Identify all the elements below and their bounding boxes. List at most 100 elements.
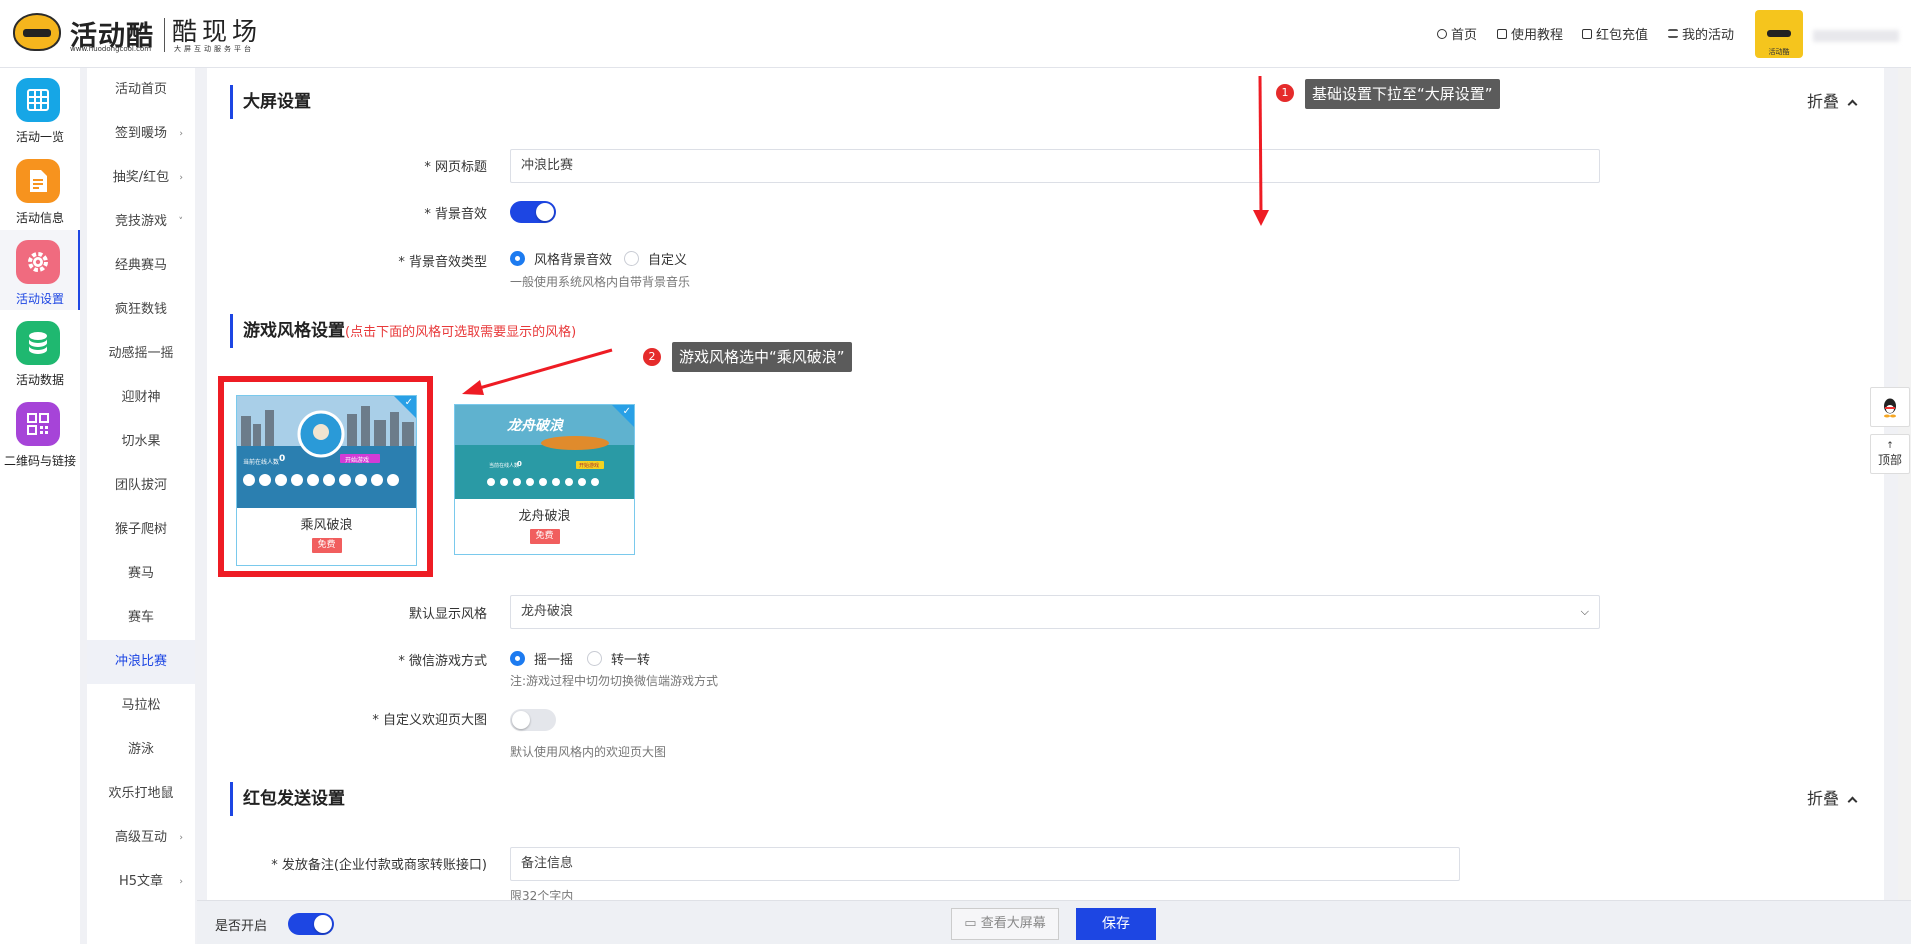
- submenu-item[interactable]: 动感摇一摇: [87, 332, 195, 376]
- page-title-input[interactable]: 冲浪比赛: [510, 149, 1600, 183]
- submenu-item[interactable]: 签到暖场 ›: [87, 112, 195, 156]
- home-icon: [1437, 28, 1447, 39]
- product-tagline: 大屏互动服务平台: [174, 45, 254, 53]
- submenu-item-label: 团队拔河: [114, 478, 167, 493]
- gear-icon: [16, 240, 60, 284]
- save-button[interactable]: 保存: [1076, 908, 1156, 940]
- nav-home-label: 首页: [1451, 28, 1478, 43]
- nav-my-activities-label: 我的活动: [1682, 28, 1735, 43]
- username-blurred[interactable]: [1813, 30, 1899, 42]
- grid-icon: [16, 78, 60, 122]
- fold-button[interactable]: 折叠: [1807, 782, 1858, 816]
- submenu-item[interactable]: 游泳: [87, 728, 195, 772]
- logo-mascot-icon[interactable]: [13, 13, 61, 51]
- submenu-item-label: 高级互动: [114, 830, 167, 845]
- default-style-select[interactable]: 龙舟破浪 ⌵: [510, 595, 1600, 629]
- settings-panel: 大屏设置 折叠 * 网页标题 冲浪比赛 * 背景音效 * 背景音效类型 风格背景…: [207, 68, 1884, 900]
- submenu-item-label: 冲浪比赛: [114, 654, 167, 669]
- submenu-item[interactable]: 马拉松: [87, 684, 195, 728]
- radio-shake[interactable]: 摇一摇: [510, 649, 573, 668]
- radio-dot: [510, 651, 525, 666]
- back-to-top-button[interactable]: ↑ 顶部: [1870, 434, 1910, 474]
- submenu-item-active[interactable]: 冲浪比赛: [87, 640, 195, 684]
- top-bar: 活动酷 www.huodongcool.com 酷现场 大屏互动服务平台 首页 …: [0, 0, 1911, 68]
- chevron-up-icon: [1847, 796, 1858, 807]
- avatar-label: 活动酷: [1768, 48, 1790, 56]
- sidebar-item-label: 活动信息: [15, 211, 64, 225]
- submenu-item[interactable]: 赛车: [87, 596, 195, 640]
- remark-input[interactable]: 备注信息: [510, 847, 1460, 881]
- submenu-item-label: 竞技游戏: [114, 214, 167, 229]
- qrcode-icon: [16, 402, 60, 446]
- submenu-item[interactable]: 迎财神: [87, 376, 195, 420]
- submenu-item-label: H5文章: [118, 874, 164, 889]
- radio-dot: [624, 251, 639, 266]
- back-to-top-label: 顶部: [1877, 453, 1902, 467]
- style-preview-image: 龙舟破浪 当前在线人数 0 开始游戏 ✓: [455, 405, 634, 499]
- preview-online-count: 0: [517, 460, 522, 468]
- submenu-item[interactable]: 竞技游戏 ˅: [87, 200, 195, 244]
- submenu-item[interactable]: H5文章 ›: [87, 860, 195, 904]
- radio-custom-music[interactable]: 自定义: [624, 249, 687, 268]
- submenu-item[interactable]: 猴子爬树: [87, 508, 195, 552]
- submenu-item[interactable]: 团队拔河: [87, 464, 195, 508]
- fold-button[interactable]: 折叠: [1807, 85, 1858, 119]
- chevron-up-icon: [1847, 99, 1858, 110]
- chevron-right-icon: ›: [179, 877, 183, 887]
- sidebar-item-qrcode[interactable]: 二维码与链接: [0, 392, 80, 472]
- radio-style-music[interactable]: 风格背景音效: [510, 249, 612, 268]
- style-card-longzhou[interactable]: 龙舟破浪 当前在线人数 0 开始游戏 ✓ 龙舟破浪 免费: [454, 404, 635, 555]
- default-style-value: 龙舟破浪: [521, 604, 574, 619]
- submenu-item[interactable]: 活动首页: [87, 68, 195, 112]
- sidebar-item-settings[interactable]: 活动设置: [0, 230, 80, 310]
- preview-screen-label: 查看大屏幕: [980, 916, 1046, 931]
- submenu-item-label: 赛马: [127, 566, 154, 581]
- section-title-style: 游戏风格设置(点击下面的风格可选取需要显示的风格): [230, 314, 576, 348]
- enable-toggle[interactable]: [288, 913, 334, 935]
- submenu-item[interactable]: 赛马: [87, 552, 195, 596]
- wallet-icon: [1582, 28, 1592, 39]
- bg-music-toggle[interactable]: [510, 201, 556, 223]
- radio-label: 自定义: [648, 253, 688, 268]
- radio-label: 转一转: [611, 653, 651, 668]
- document-icon: [16, 159, 60, 203]
- submenu-item[interactable]: 疯狂数钱: [87, 288, 195, 332]
- submenu-item[interactable]: 切水果: [87, 420, 195, 464]
- monitor-icon: ▭: [964, 916, 981, 931]
- radio-label: 风格背景音效: [534, 253, 613, 268]
- radio-rotate[interactable]: 转一转: [587, 649, 650, 668]
- enable-label: 是否开启: [215, 919, 268, 934]
- logo-divider: [164, 18, 165, 52]
- nav-tutorial[interactable]: 使用教程: [1497, 24, 1563, 43]
- submenu-item-label: 切水果: [121, 434, 161, 449]
- avatar[interactable]: 活动酷: [1755, 10, 1803, 58]
- database-icon: [16, 321, 60, 365]
- page-scrollbar[interactable]: [1898, 68, 1911, 900]
- sidebar-item-data[interactable]: 活动数据: [0, 311, 80, 391]
- submenu-item[interactable]: 经典赛马: [87, 244, 195, 288]
- annotation-highlight-frame: [218, 376, 433, 577]
- section-title-screen: 大屏设置: [230, 85, 311, 119]
- submenu-item[interactable]: 高级互动 ›: [87, 816, 195, 860]
- annotation-callout-1: 基础设置下拉至“大屏设置”: [1305, 79, 1500, 109]
- nav-recharge[interactable]: 红包充值: [1582, 24, 1648, 43]
- page-title-label: * 网页标题: [424, 160, 487, 175]
- submenu-item-label: 动感摇一摇: [108, 346, 174, 361]
- welcome-image-toggle[interactable]: [510, 709, 556, 731]
- arrow-up-icon: ↑: [1886, 441, 1894, 451]
- book-icon: [1497, 28, 1507, 39]
- nav-tutorial-label: 使用教程: [1511, 28, 1564, 43]
- qq-contact-button[interactable]: [1870, 387, 1910, 427]
- sidebar-item-overview[interactable]: 活动一览: [0, 68, 80, 148]
- preview-screen-button[interactable]: ▭ 查看大屏幕: [951, 908, 1059, 940]
- submenu-item[interactable]: 欢乐打地鼠: [87, 772, 195, 816]
- welcome-image-hint: 默认使用风格内的欢迎页大图: [510, 745, 667, 759]
- nav-my-activities[interactable]: 我的活动: [1668, 24, 1734, 43]
- sidebar-item-info[interactable]: 活动信息: [0, 149, 80, 229]
- submenu-item-label: 猴子爬树: [114, 522, 167, 537]
- submenu-item-label: 经典赛马: [114, 258, 167, 273]
- nav-home[interactable]: 首页: [1437, 24, 1477, 43]
- submenu-item[interactable]: 抽奖/红包 ›: [87, 156, 195, 200]
- submenu-item-label: 迎财神: [121, 390, 161, 405]
- section-title-style-text: 游戏风格设置: [243, 321, 345, 341]
